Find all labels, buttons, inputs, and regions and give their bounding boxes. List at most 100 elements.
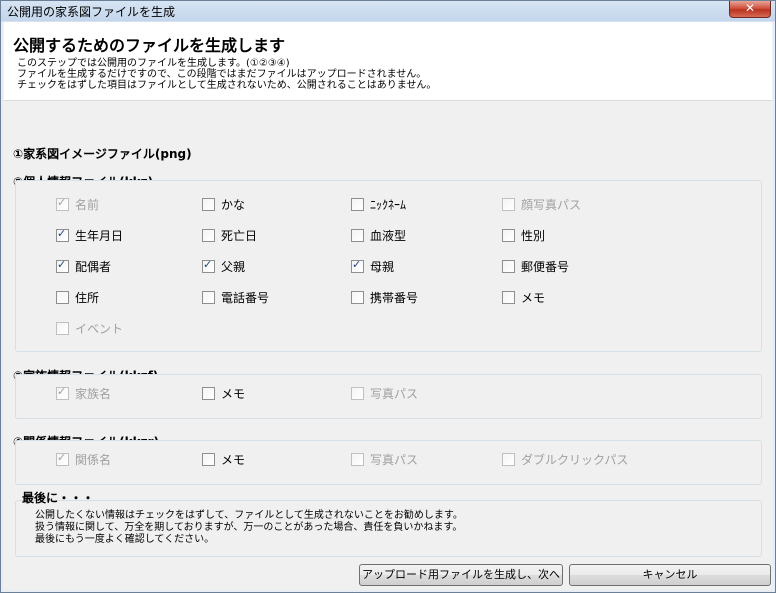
checkbox-label: 家族名 [75,386,112,401]
header-panel: 公開するためのファイルを生成します このステップでは公開用のファイルを生成します… [4,22,772,102]
final-notice-text: 公開したくない情報はチェックをはずして、ファイルとして生成されないことをお勧めし… [35,510,463,546]
description-line: チェックをはずした項目はファイルとして生成されないため、公開されることはありませ… [17,80,437,91]
checkbox-box [502,197,515,211]
notice-line: 扱う情報に関して、万全を期しておりますが、万一のことがあった場合、責任を負いかね… [35,522,463,533]
dialog-client: 公開するためのファイルを生成します このステップでは公開用のファイルを生成します… [4,22,772,590]
checkbox-personal-1[interactable]: かな [202,196,245,212]
header-description: このステップでは公開用のファイルを生成します。(①②③④) ファイルを生成するだ… [17,58,436,91]
checkbox-personal-10[interactable]: ✓ 母親 [351,258,394,274]
notice-line: 公開したくない情報はチェックをはずして、ファイルとして生成されないことをお勧めし… [35,510,463,521]
checkbox-label: ﾆｯｸﾈｰﾑ [370,197,407,212]
checkbox-relation-1[interactable]: メモ [202,451,245,467]
check-mark-icon: ✓ [57,384,67,398]
checkbox-box [56,321,69,335]
checkbox-label: 携帯番号 [370,290,419,305]
checkbox-personal-13[interactable]: 電話番号 [202,289,269,305]
checkbox-label: 配偶者 [75,259,112,274]
check-mark-icon: ✓ [203,257,213,271]
checkbox-personal-15[interactable]: メモ [502,289,545,305]
checkbox-label: 死亡日 [221,228,258,243]
checkbox-relation-0: ✓ 関係名 [56,451,111,467]
checkbox-label: メモ [221,452,246,467]
page-heading: 公開するためのファイルを生成します [13,36,286,55]
section-title-image: ①家系図イメージファイル(png) [13,147,192,161]
checkbox-personal-9[interactable]: ✓ 父親 [202,258,245,274]
checkbox-label: 父親 [221,259,246,274]
checkbox-label: 郵便番号 [521,259,570,274]
checkbox-personal-16: イベント [56,320,123,336]
close-button[interactable]: ✕ [729,1,771,18]
description-line: ファイルを生成するだけですので、この段階ではまだファイルはアップロードされません… [17,69,427,80]
family-group: ✓ 家族名 メモ 写真パス [15,374,762,419]
checkbox-box[interactable] [502,259,515,273]
check-mark-icon: ✓ [57,195,67,209]
checkbox-box[interactable] [351,197,364,211]
checkbox-box[interactable] [502,228,515,242]
checkbox-relation-2: 写真パス [351,451,418,467]
description-line: このステップでは公開用のファイルを生成します。(①②③④) [17,58,290,69]
checkbox-box[interactable]: ✓ [56,226,69,242]
checkbox-box[interactable] [202,228,215,242]
checkbox-label: 性別 [521,228,546,243]
generate-next-button[interactable]: アップロード用ファイルを生成し、次へ [359,564,563,586]
check-mark-icon: ✓ [57,257,67,271]
checkbox-box[interactable]: ✓ [202,257,215,273]
checkbox-label: 電話番号 [221,290,270,305]
checkbox-box[interactable] [202,386,215,400]
checkbox-family-0: ✓ 家族名 [56,385,111,401]
checkbox-label: メモ [521,290,546,305]
checkbox-box [502,452,515,466]
checkbox-box[interactable] [502,290,515,304]
checkbox-box: ✓ [56,384,69,400]
checkbox-box[interactable] [351,290,364,304]
dialog-window: 公開用の家系図ファイルを生成 ✕ 公開するためのファイルを生成します このステッ… [0,0,776,593]
checkbox-personal-5[interactable]: 死亡日 [202,227,257,243]
checkbox-box[interactable] [351,228,364,242]
checkbox-label: 写真パス [370,386,419,401]
checkbox-personal-6[interactable]: 血液型 [351,227,406,243]
checkbox-personal-4[interactable]: ✓ 生年月日 [56,227,123,243]
checkbox-relation-3: ダブルクリックパス [502,451,628,467]
checkbox-box[interactable]: ✓ [56,257,69,273]
checkbox-box: ✓ [56,195,69,211]
checkbox-label: 住所 [75,290,100,305]
check-mark-icon: ✓ [57,450,67,464]
notice-line: 最後にもう一度よく確認してください。 [35,534,215,545]
checkbox-label: 生年月日 [75,228,124,243]
checkbox-label: 血液型 [370,228,407,243]
checkbox-personal-7[interactable]: 性別 [502,227,545,243]
checkbox-box [351,452,364,466]
checkbox-personal-14[interactable]: 携帯番号 [351,289,418,305]
checkbox-label: メモ [221,386,246,401]
checkbox-label: かな [221,197,246,212]
checkbox-label: 顔写真パス [521,197,582,212]
cancel-button[interactable]: キャンセル [569,564,771,586]
checkbox-family-1[interactable]: メモ [202,385,245,401]
checkbox-personal-8[interactable]: ✓ 配偶者 [56,258,111,274]
checkbox-label: 名前 [75,197,100,212]
checkbox-label: 関係名 [75,452,112,467]
checkbox-box[interactable]: ✓ [351,257,364,273]
checkbox-family-2: 写真パス [351,385,418,401]
window-title: 公開用の家系図ファイルを生成 [7,5,176,19]
checkbox-label: イベント [75,321,124,336]
checkbox-personal-3: 顔写真パス [502,196,581,212]
check-mark-icon: ✓ [352,257,362,271]
checkbox-box[interactable] [202,197,215,211]
options-panel: ①家系図イメージファイル(png) ②個人情報ファイル(kkz) ✓名前かなﾆｯ… [4,101,772,590]
checkbox-personal-12[interactable]: 住所 [56,289,99,305]
checkbox-label: ダブルクリックパス [521,452,629,467]
checkbox-label: 写真パス [370,452,419,467]
check-mark-icon: ✓ [57,226,67,240]
checkbox-personal-2[interactable]: ﾆｯｸﾈｰﾑ [351,196,406,212]
checkbox-label: 母親 [370,259,395,274]
checkbox-box[interactable] [202,290,215,304]
personal-group: ✓ 名前 かな ﾆｯｸﾈｰﾑ 顔写真パス ✓ 生年月日 死亡日 血液型 性別 ✓ 配偶者 ✓ 父親 ✓ 母親 郵… [15,180,762,352]
checkbox-box [351,386,364,400]
final-notice-box: 公開したくない情報はチェックをはずして、ファイルとして生成されないことをお勧めし… [15,500,762,557]
checkbox-box[interactable] [202,452,215,466]
checkbox-personal-11[interactable]: 郵便番号 [502,258,569,274]
relation-group: ✓ 関係名 メモ 写真パス ダブルクリックパス [15,440,762,485]
checkbox-box[interactable] [56,290,69,304]
checkbox-personal-0: ✓ 名前 [56,196,99,212]
